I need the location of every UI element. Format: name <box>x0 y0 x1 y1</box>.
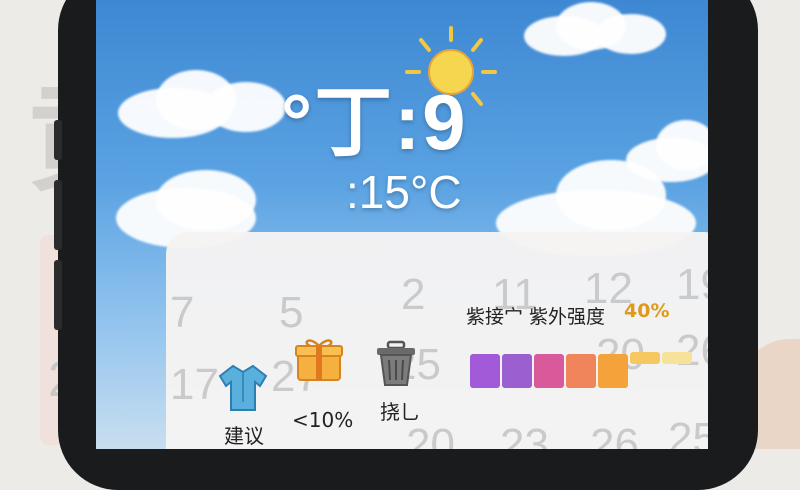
uv-bar-segment <box>502 354 532 388</box>
trash-label: 挠乚 <box>380 400 420 424</box>
phone-volume-button <box>54 180 62 250</box>
shirt-icon[interactable] <box>216 362 270 414</box>
calendar-number: 2 <box>401 270 426 319</box>
calendar-number: 23 <box>500 420 549 449</box>
uv-percent: 40% <box>624 300 670 322</box>
calendar-number: 25 <box>668 414 708 449</box>
uv-bar-segment <box>470 354 500 388</box>
phone-screen: °丁:9 :15°C 7 5 2 11 12 19 17 27 25 20 26… <box>96 0 708 449</box>
calendar-number: 26 <box>590 420 639 449</box>
calendar-number: 7 <box>170 288 195 337</box>
uv-bar-segment <box>662 352 692 364</box>
clothing-label: 建议 <box>224 424 264 448</box>
calendar-number: 26 <box>676 326 708 375</box>
uv-title: 紫接宀 紫外强度 <box>466 306 606 328</box>
calendar-number: 5 <box>279 288 304 337</box>
temperature-display: :15°C <box>346 166 462 218</box>
uv-bar-segment <box>598 354 628 388</box>
phone-volume-button <box>54 260 62 330</box>
uv-bar-segment <box>566 354 596 388</box>
trash-can-icon[interactable] <box>374 340 418 388</box>
phone-side-button <box>54 120 62 160</box>
time-display: °丁:9 <box>281 78 468 166</box>
calendar-number: 17 <box>170 360 219 409</box>
uv-bar-segment <box>630 352 660 364</box>
uv-bar-segment <box>534 354 564 388</box>
calendar-number: 19 <box>676 260 708 309</box>
precipitation-label: <10% <box>292 408 354 432</box>
gift-box-icon[interactable] <box>292 334 346 384</box>
